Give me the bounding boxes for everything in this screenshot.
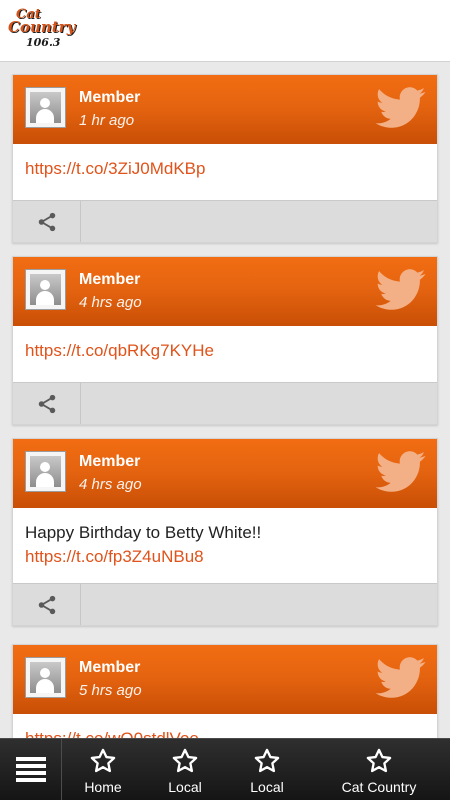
nav-item-home[interactable]: Home	[62, 739, 144, 800]
default-user-icon	[30, 456, 61, 487]
feed-card: Member 4 hrs ago Happy Birthday to Betty…	[12, 438, 438, 626]
tweet-link[interactable]: https://t.co/wO0stdlVoe	[25, 727, 425, 738]
tweet-link[interactable]: https://t.co/qbRKg7KYHe	[25, 339, 425, 363]
nav-label: Home	[84, 779, 122, 795]
twitter-icon	[375, 269, 426, 310]
tweet-link[interactable]: https://t.co/fp3Z4uNBu8	[25, 545, 425, 569]
star-outline-icon	[366, 748, 392, 773]
default-user-icon	[30, 662, 61, 693]
menu-button[interactable]	[0, 739, 62, 800]
avatar	[25, 451, 66, 492]
feed-card: Member 5 hrs ago https://t.co/wO0stdlVoe	[12, 644, 438, 738]
tweet-link[interactable]: https://t.co/3ZiJ0MdKBp	[25, 157, 425, 181]
card-body: https://t.co/wO0stdlVoe	[13, 714, 437, 738]
card-footer	[13, 200, 437, 242]
nav-label: Cat Country	[341, 779, 417, 795]
card-body: https://t.co/qbRKg7KYHe	[13, 326, 437, 382]
share-button[interactable]	[13, 584, 81, 625]
feed-card: Member 4 hrs ago https://t.co/qbRKg7KYHe	[12, 256, 438, 425]
card-footer	[13, 382, 437, 424]
twitter-icon	[375, 451, 426, 492]
share-button[interactable]	[13, 201, 81, 242]
card-header: Member 4 hrs ago	[13, 257, 437, 326]
nav-label: Local	[250, 779, 284, 795]
default-user-icon	[30, 92, 61, 123]
card-header: Member 4 hrs ago	[13, 439, 437, 508]
post-time: 4 hrs ago	[79, 294, 142, 311]
author-name: Member	[79, 89, 141, 106]
feed-card: Member 1 hr ago https://t.co/3ZiJ0MdKBp	[12, 74, 438, 243]
share-icon	[38, 212, 55, 231]
logo-text-line3: 106.3	[26, 36, 61, 49]
card-header: Member 5 hrs ago	[13, 645, 437, 714]
default-user-icon	[30, 274, 61, 305]
station-logo[interactable]: Cat Country 106.3	[6, 6, 75, 54]
post-time: 5 hrs ago	[79, 682, 142, 699]
tweet-text: Happy Birthday to Betty White!!	[25, 523, 262, 542]
post-time: 4 hrs ago	[79, 476, 142, 493]
share-icon	[38, 595, 55, 614]
star-outline-icon	[254, 748, 280, 773]
card-body: Happy Birthday to Betty White!! https://…	[13, 508, 437, 583]
author-name: Member	[79, 271, 141, 288]
card-footer	[13, 583, 437, 625]
star-outline-icon	[172, 748, 198, 773]
nav-label: Local	[168, 779, 202, 795]
post-time: 1 hr ago	[79, 112, 135, 129]
author-name: Member	[79, 453, 141, 470]
hamburger-menu-icon	[15, 757, 46, 782]
nav-item-cat-country[interactable]: Cat Country	[308, 739, 450, 800]
twitter-icon	[375, 87, 426, 128]
avatar	[25, 269, 66, 310]
star-outline-icon	[90, 748, 116, 773]
share-button[interactable]	[13, 383, 81, 424]
author-name: Member	[79, 659, 141, 676]
social-feed[interactable]: Member 1 hr ago https://t.co/3ZiJ0MdKBp …	[0, 62, 450, 738]
card-header: Member 1 hr ago	[13, 75, 437, 144]
app-header: Cat Country 106.3	[0, 0, 450, 62]
avatar	[25, 657, 66, 698]
card-body: https://t.co/3ZiJ0MdKBp	[13, 144, 437, 200]
share-icon	[38, 394, 55, 413]
nav-item-local-2[interactable]: Local	[226, 739, 308, 800]
logo-text-line2: Country	[8, 18, 76, 36]
avatar	[25, 87, 66, 128]
twitter-icon	[375, 657, 426, 698]
nav-item-local[interactable]: Local	[144, 739, 226, 800]
bottom-navigation: Home Local Local Cat Country	[0, 738, 450, 800]
